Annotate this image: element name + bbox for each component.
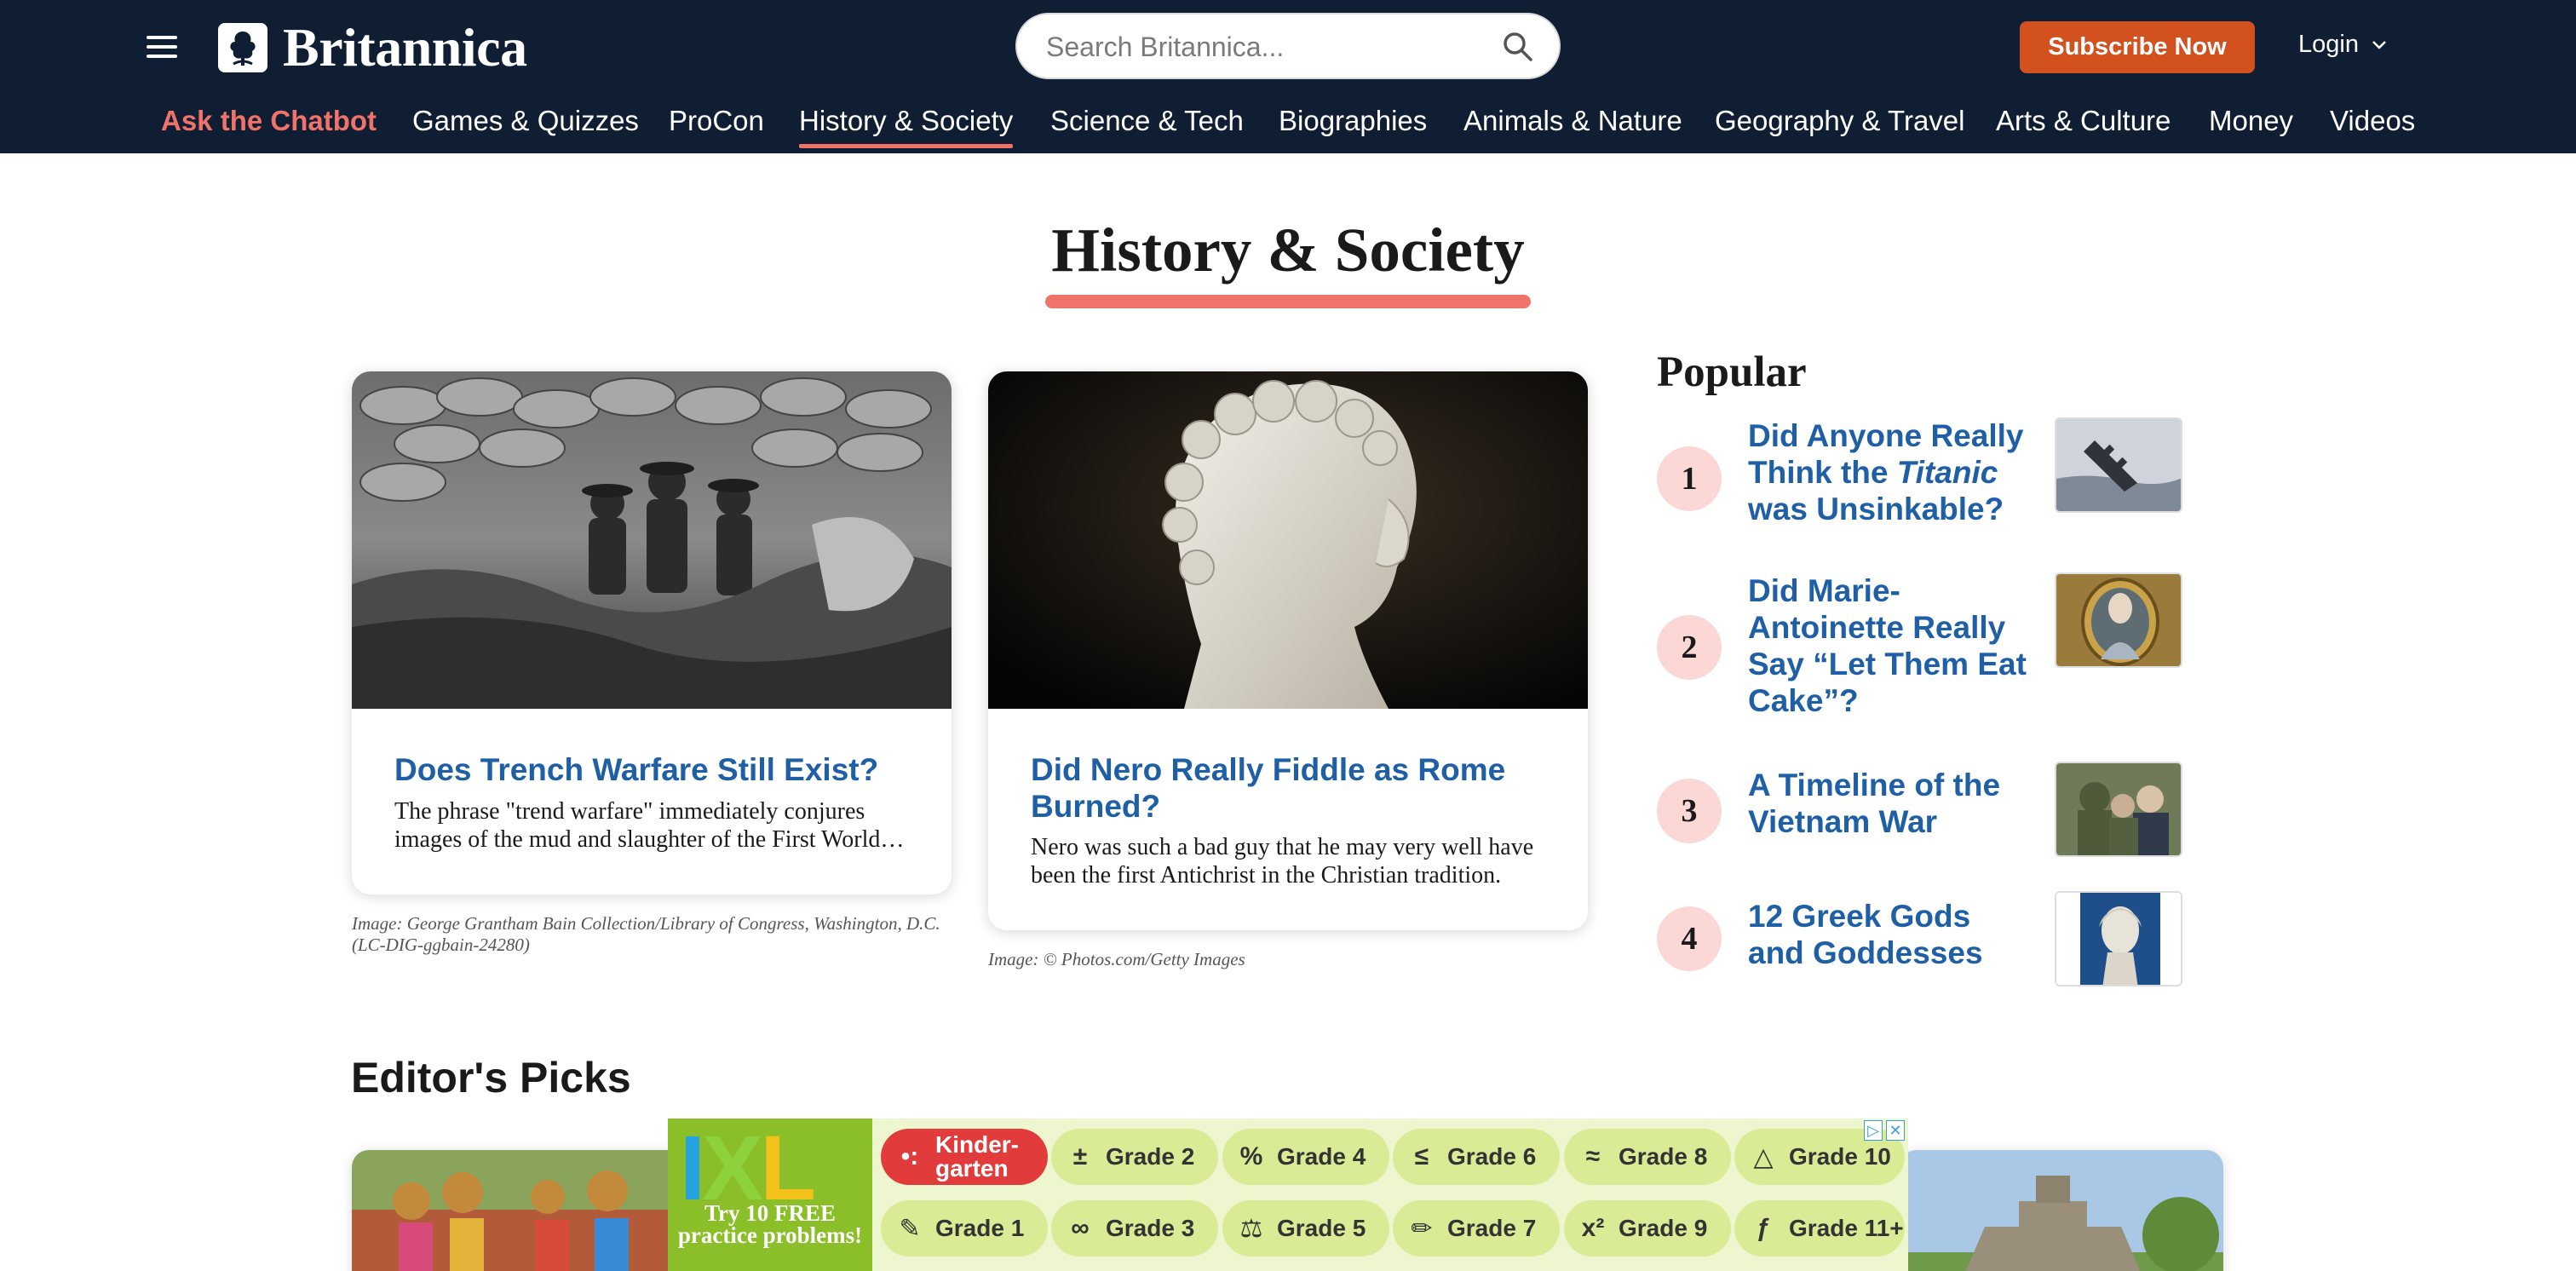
- editors-pick-card[interactable]: [1900, 1150, 2223, 1271]
- popular-rank: 4: [1657, 906, 1722, 971]
- grade-label: Kinder-garten: [935, 1131, 1019, 1182]
- grade-button-1[interactable]: ✎ Grade 1: [881, 1200, 1048, 1257]
- vietnam-war-thumbnail: [2055, 762, 2182, 857]
- grade-label: Grade 2: [1106, 1143, 1195, 1170]
- trench-warfare-photo: [352, 371, 952, 709]
- plus-minus-icon: ±: [1072, 1142, 1088, 1170]
- titanic-thumbnail: [2055, 417, 2182, 513]
- triangle-icon: △: [1753, 1142, 1774, 1171]
- grade-label: Grade 7: [1447, 1215, 1537, 1241]
- britannica-logo[interactable]: Britannica: [218, 20, 527, 75]
- login-label: Login: [2298, 31, 2359, 58]
- nav-ask-the-chatbot[interactable]: Ask the Chatbot: [161, 104, 377, 138]
- grade-button-3[interactable]: ∞ Grade 3: [1051, 1200, 1218, 1257]
- less-equal-icon: ≤: [1414, 1142, 1429, 1170]
- grade-label: Grade 9: [1619, 1215, 1708, 1241]
- grade-label: Grade 1: [935, 1215, 1025, 1241]
- ixl-advertisement[interactable]: IXL Try 10 FREE practice problems! •: Ki…: [668, 1119, 1908, 1271]
- popular-item[interactable]: 4 12 Greek Gods and Goddesses: [1657, 891, 2185, 986]
- nav-procon[interactable]: ProCon: [669, 104, 764, 138]
- editors-picks-heading: Editor's Picks: [351, 1054, 631, 1101]
- grade-button-7[interactable]: ✏ Grade 7: [1393, 1200, 1560, 1257]
- login-button[interactable]: Login: [2298, 31, 2388, 59]
- nav-videos[interactable]: Videos: [2330, 104, 2415, 138]
- grade-label: Grade 5: [1277, 1215, 1366, 1241]
- close-icon[interactable]: ✕: [1886, 1120, 1905, 1141]
- card-title[interactable]: Did Nero Really Fiddle as Rome Burned?: [1031, 751, 1545, 825]
- popular-title[interactable]: A Timeline of the Vietnam War: [1748, 767, 2029, 840]
- nav-science-tech[interactable]: Science & Tech: [1050, 104, 1244, 138]
- card-title[interactable]: Does Trench Warfare Still Exist?: [394, 751, 909, 788]
- card-excerpt: Nero was such a bad guy that he may very…: [1031, 834, 1534, 889]
- chevron-down-icon: [2372, 40, 2386, 49]
- popular-item[interactable]: 3 A Timeline of the Vietnam War: [1657, 762, 2185, 857]
- ad-tagline: Try 10 FREE practice problems!: [677, 1200, 863, 1248]
- card-excerpt: The phrase "trend warfare" immediately c…: [394, 798, 881, 853]
- grade-button-4[interactable]: % Grade 4: [1222, 1129, 1389, 1185]
- image-credit: Image: © Photos.com/Getty Images: [988, 949, 1245, 969]
- popular-title-text-end: was Unsinkable?: [1748, 492, 2004, 526]
- subscribe-button[interactable]: Subscribe Now: [2020, 21, 2255, 73]
- infinity-icon: ∞: [1071, 1214, 1090, 1242]
- popular-title-emphasis: Titanic: [1896, 455, 1998, 490]
- pencil-cup-icon: ✎: [899, 1214, 921, 1243]
- grade-label: Grade 10: [1789, 1143, 1891, 1170]
- pencil-icon: ✏: [1411, 1214, 1433, 1243]
- popular-heading: Popular: [1657, 348, 1807, 396]
- popular-title[interactable]: Did Marie-Antoinette Really Say “Let The…: [1748, 572, 2029, 719]
- grade-label: Grade 4: [1277, 1143, 1366, 1170]
- thistle-logo-icon: [218, 23, 267, 72]
- grade-button-5[interactable]: ⚖ Grade 5: [1222, 1200, 1389, 1257]
- image-credit: Image: George Grantham Bain Collection/L…: [352, 913, 940, 955]
- popular-item[interactable]: 2 Did Marie-Antoinette Really Say “Let T…: [1657, 572, 2185, 726]
- approx-icon: ≈: [1585, 1142, 1601, 1170]
- nav-geography-travel[interactable]: Geography & Travel: [1715, 104, 1965, 138]
- nav-history-society[interactable]: History & Society: [799, 104, 1014, 148]
- search-box: [1015, 13, 1561, 79]
- site-header: Britannica Subscribe Now Login Ask the C…: [0, 0, 2576, 153]
- grade-label: Grade 11+: [1789, 1215, 1904, 1241]
- menu-icon[interactable]: [147, 34, 181, 60]
- percent-icon: %: [1239, 1142, 1263, 1170]
- grade-button-6[interactable]: ≤ Grade 6: [1393, 1129, 1560, 1185]
- popular-rank: 3: [1657, 779, 1722, 843]
- popular-rank: 1: [1657, 446, 1722, 511]
- popular-title[interactable]: Did Anyone Really Think the Titanic was …: [1748, 417, 2029, 527]
- marie-antoinette-thumbnail: [2055, 572, 2182, 668]
- popular-title[interactable]: 12 Greek Gods and Goddesses: [1748, 898, 2029, 971]
- grade-button-2[interactable]: ± Grade 2: [1051, 1129, 1218, 1185]
- popular-item[interactable]: 1 Did Anyone Really Think the Titanic wa…: [1657, 417, 2185, 537]
- dots-icon: •:: [900, 1142, 919, 1170]
- category-nav: Ask the Chatbot Games & Quizzes ProCon H…: [0, 104, 2576, 148]
- nero-bust-photo: [988, 371, 1588, 709]
- grade-button-8[interactable]: ≈ Grade 8: [1564, 1129, 1731, 1185]
- grade-label: Grade 3: [1106, 1215, 1195, 1241]
- editors-pick-photo: [1900, 1150, 2223, 1271]
- adchoices-icon[interactable]: ▷: [1864, 1120, 1883, 1141]
- ixl-brand-panel[interactable]: IXL Try 10 FREE practice problems!: [668, 1119, 872, 1271]
- scale-icon: ⚖: [1239, 1214, 1263, 1243]
- function-icon: ƒ: [1756, 1214, 1771, 1242]
- article-card-trench-warfare[interactable]: Does Trench Warfare Still Exist? The phr…: [352, 371, 952, 894]
- nav-money[interactable]: Money: [2209, 104, 2293, 138]
- nav-games-quizzes[interactable]: Games & Quizzes: [412, 104, 639, 138]
- grade-button-11-plus[interactable]: ƒ Grade 11+: [1734, 1200, 1905, 1257]
- grade-button-kindergarten[interactable]: •: Kinder-garten: [881, 1129, 1048, 1185]
- search-input[interactable]: [1046, 26, 1472, 67]
- grade-label: Grade 8: [1619, 1143, 1708, 1170]
- title-underline: [1045, 295, 1531, 308]
- search-icon[interactable]: [1501, 30, 1535, 64]
- article-card-nero[interactable]: Did Nero Really Fiddle as Rome Burned? N…: [988, 371, 1588, 930]
- logo-wordmark: Britannica: [283, 17, 527, 78]
- ad-choices: ▷ ✕: [1864, 1120, 1905, 1142]
- greek-gods-thumbnail: [2055, 891, 2182, 986]
- grade-label: Grade 6: [1447, 1143, 1537, 1170]
- page-title: History & Society: [1051, 216, 1525, 285]
- nav-biographies[interactable]: Biographies: [1279, 104, 1427, 138]
- grade-button-9[interactable]: x² Grade 9: [1564, 1200, 1731, 1257]
- nav-animals-nature[interactable]: Animals & Nature: [1463, 104, 1682, 138]
- nav-arts-culture[interactable]: Arts & Culture: [1996, 104, 2171, 138]
- x-squared-icon: x²: [1581, 1214, 1605, 1242]
- popular-rank: 2: [1657, 615, 1722, 680]
